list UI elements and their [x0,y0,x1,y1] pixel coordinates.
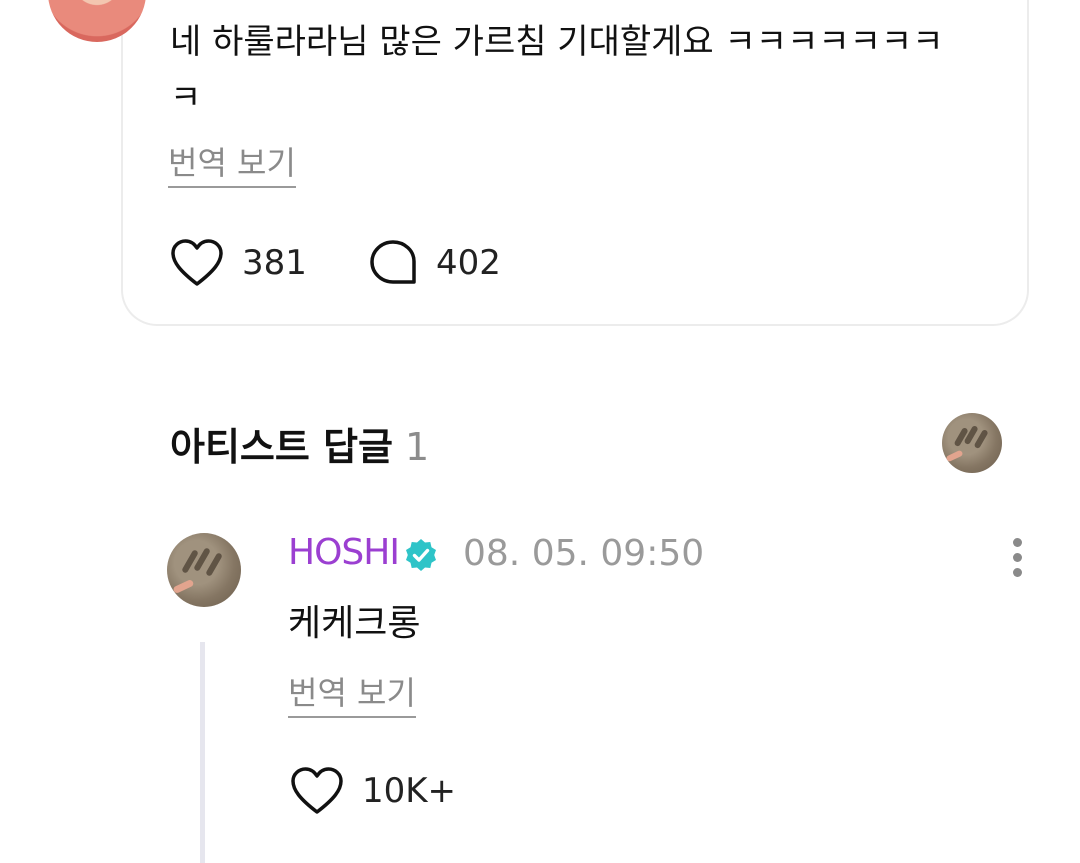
reply-translate-button[interactable]: 번역 보기 [288,668,416,718]
thread-line [200,642,205,863]
heart-icon [171,239,223,286]
comment-reply-button[interactable]: 402 [368,238,501,288]
more-options-button[interactable] [1004,536,1032,578]
translate-button[interactable]: 번역 보기 [168,138,296,188]
reply-like-count: 10K+ [362,771,457,811]
artist-avatar-small[interactable] [942,413,1002,473]
comment-like-count: 381 [242,243,307,283]
comment-text: 네 하룰라라님 많은 가르침 기대할게요 ㅋㅋㅋㅋㅋㅋㅋㅋ [170,22,944,118]
more-vertical-icon [1013,538,1022,547]
comment-reply-count: 402 [436,243,501,283]
reply-author[interactable]: HOSHI [288,532,400,573]
heart-icon [291,767,343,814]
reply-text: 케케크롱 [288,603,421,644]
artist-replies-count: 1 [405,425,430,469]
comment-like-button[interactable]: 381 [170,238,307,288]
verified-badge-icon [406,539,436,571]
reply-like-button[interactable]: 10K+ [290,766,456,816]
artist-replies-title: 아티스트 답글 1 [170,416,429,471]
artist-replies-label: 아티스트 답글 [170,425,393,469]
reply-timestamp: 08. 05. 09:50 [463,533,705,574]
hoshi-avatar[interactable] [167,533,241,607]
comment-bubble-icon [370,240,416,284]
